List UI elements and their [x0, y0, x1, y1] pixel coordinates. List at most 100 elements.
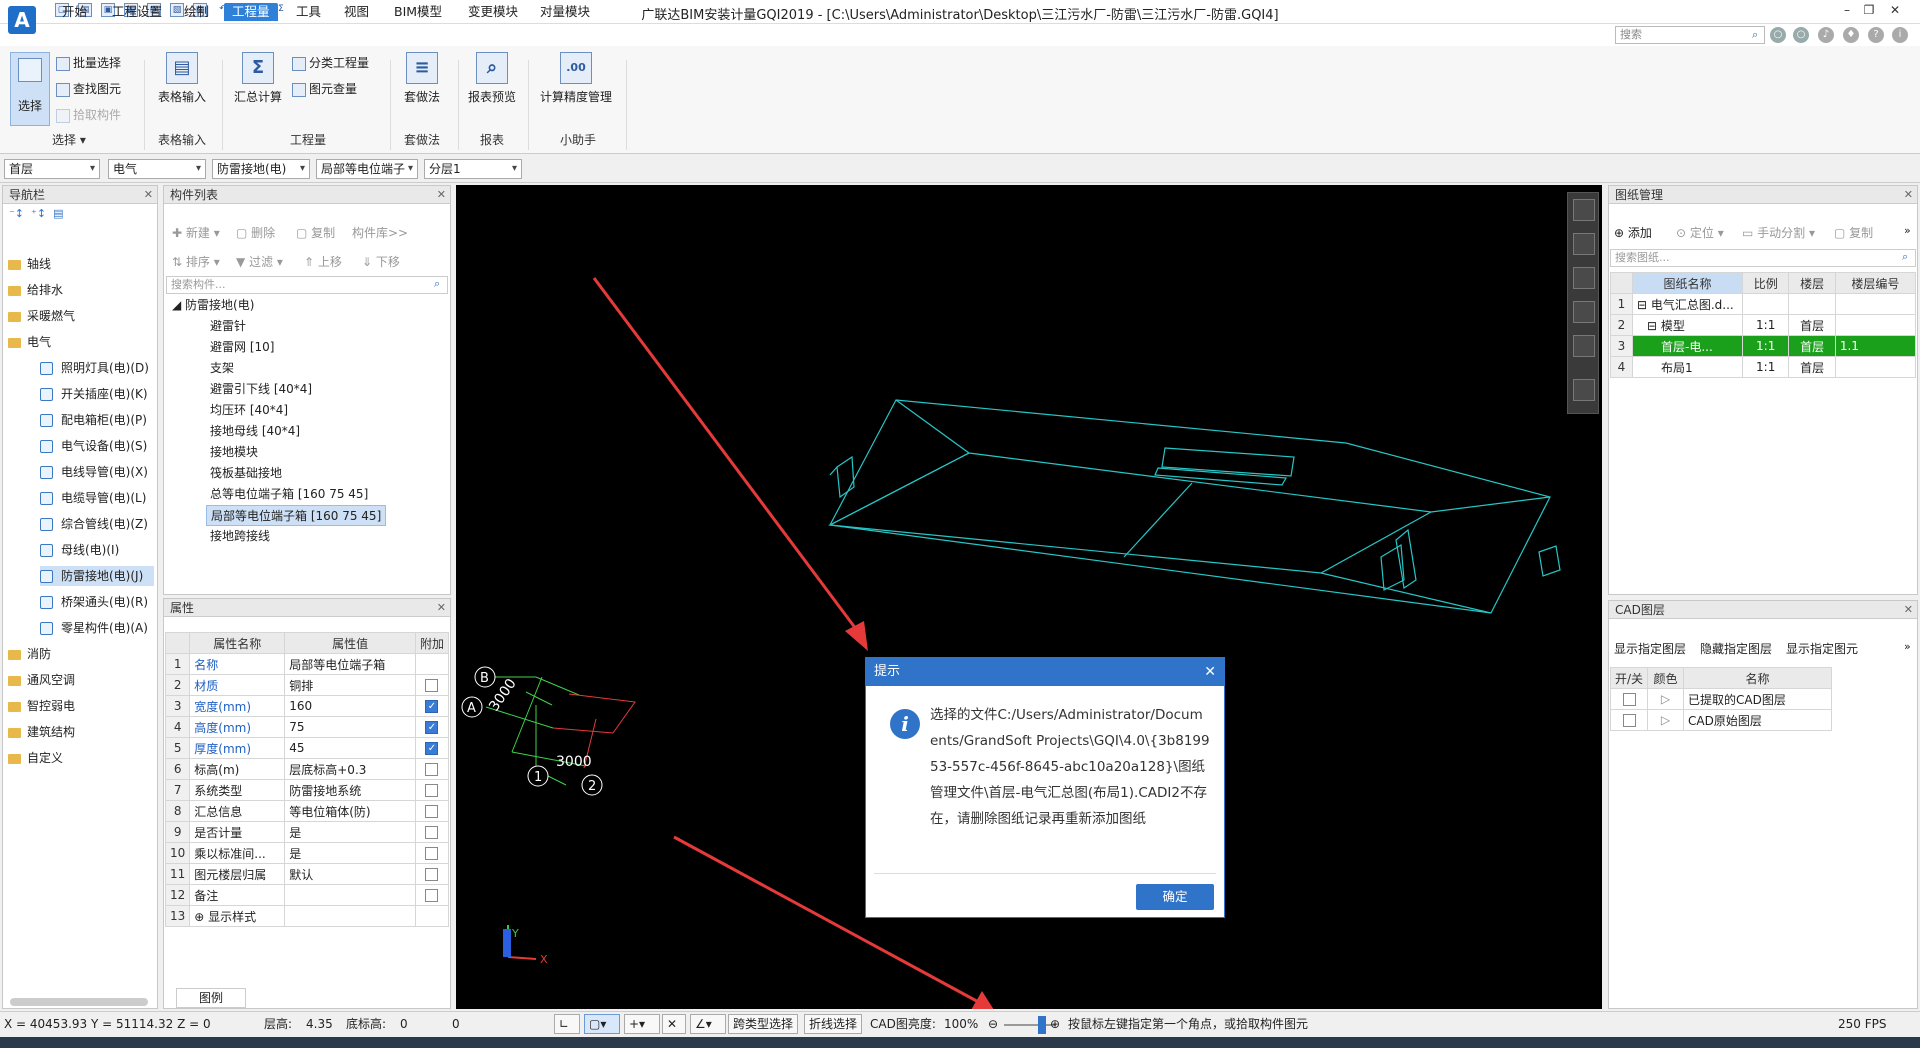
expand-icon[interactable]: ▷ — [1647, 688, 1685, 710]
search-icon[interactable]: ⌕ — [434, 277, 440, 291]
close-icon[interactable]: ✕ — [1904, 601, 1913, 619]
attach-checkbox[interactable] — [425, 889, 439, 902]
nav-item-5[interactable]: 开关插座(电)(K) — [40, 384, 154, 404]
close-icon[interactable]: ✕ — [144, 186, 153, 204]
property-value[interactable]: 75 — [284, 716, 416, 738]
summary-calc-button[interactable]: Σ 汇总计算 — [228, 52, 288, 105]
nav-item-15[interactable]: 消防 — [8, 644, 51, 664]
restore-icon[interactable]: ❐ — [1858, 3, 1880, 19]
drawing-row[interactable]: 1 ⊟ 电气汇总图.d... — [1610, 293, 1917, 315]
close-icon[interactable]: ✕ — [1204, 658, 1216, 686]
component-item-4[interactable]: 均压环 [40*4] — [206, 400, 292, 421]
nav-item-9[interactable]: 电缆导管(电)(L) — [40, 488, 154, 508]
menu-6[interactable]: BIM模型 — [386, 3, 450, 21]
component-item-9[interactable]: 局部等电位端子箱 [160 75 45] — [206, 505, 387, 526]
copy-button[interactable]: ▢ 复制 — [296, 224, 335, 241]
drawing-col-0[interactable]: 图纸名称 — [1632, 272, 1743, 294]
search-input[interactable]: 搜索 — [1615, 26, 1765, 44]
filter-button[interactable]: ▼ 过滤 ▾ — [236, 253, 283, 270]
insert-point-icon[interactable]: +▾ — [624, 1014, 660, 1034]
nav-item-18[interactable]: 建筑结构 — [8, 722, 75, 742]
copy-drawing-button[interactable]: ▢ 复制 — [1834, 224, 1873, 241]
category-qty-button[interactable]: 分类工程量 — [292, 54, 369, 72]
batch-select-button[interactable]: 批量选择 — [56, 54, 121, 72]
menu-2[interactable]: 绘制 — [176, 3, 217, 21]
property-value[interactable]: 160 — [284, 695, 416, 717]
nav-item-8[interactable]: 电线导管(电)(X) — [40, 462, 154, 482]
drawing-row[interactable]: 4 布局1 1:1 首层 — [1610, 356, 1917, 378]
property-value[interactable]: 45 — [284, 737, 416, 759]
ortho-icon[interactable]: ∟ — [554, 1014, 580, 1034]
snap-icon[interactable]: ▢▾ — [584, 1014, 620, 1034]
layer-toggle-checkbox[interactable] — [1622, 714, 1636, 727]
component-item-0[interactable]: 避雷针 — [206, 316, 250, 337]
property-row[interactable]: 10 乘以标准间... 是 — [164, 842, 450, 864]
discipline-combo[interactable]: 电气 — [108, 159, 206, 179]
brightness-slider-handle[interactable] — [1038, 1016, 1046, 1034]
attach-checkbox[interactable] — [425, 847, 439, 860]
component-search-input[interactable]: 搜索构件... — [166, 276, 448, 294]
cross-icon[interactable]: ✕ — [662, 1014, 686, 1034]
property-value[interactable]: 是 — [284, 821, 416, 843]
search-icon[interactable]: ⌕ — [1902, 250, 1908, 264]
element-qty-button[interactable]: 图元查量 — [292, 80, 357, 98]
move-up-button[interactable]: ⇑ 上移 — [304, 253, 342, 270]
more-icon[interactable]: » — [1904, 224, 1911, 237]
cad-layer-row[interactable]: ▷ 已提取的CAD图层 — [1609, 688, 1832, 710]
close-icon[interactable]: ✕ — [437, 599, 446, 617]
nav-item-12[interactable]: 防雷接地(电)(J) — [40, 566, 154, 586]
property-row[interactable]: 3 宽度(mm) 160 — [164, 695, 450, 717]
drawing-col-3[interactable]: 楼层编号 — [1834, 272, 1917, 294]
report-preview-button[interactable]: ⌕ 报表预览 — [464, 52, 520, 105]
view-3d-icon[interactable] — [1573, 199, 1595, 221]
attach-checkbox[interactable] — [425, 784, 439, 797]
component-item-5[interactable]: 接地母线 [40*4] — [206, 421, 304, 442]
expand-all-icon[interactable]: ⁺↕ — [31, 207, 46, 220]
menu-3[interactable]: 工程量 — [224, 3, 278, 21]
add-drawing-button[interactable]: ⊕ 添加 — [1614, 224, 1652, 241]
nav-item-7[interactable]: 电气设备(电)(S) — [40, 436, 154, 456]
nav-item-14[interactable]: 零星构件(电)(A) — [40, 618, 154, 638]
property-value[interactable]: 铜排 — [284, 674, 416, 696]
view-grid-icon[interactable] — [1573, 379, 1595, 401]
manual-split-button[interactable]: ▭ 手动分割 ▾ — [1742, 224, 1815, 241]
hide-layer-button[interactable]: 隐藏指定图层 — [1700, 640, 1772, 657]
property-value[interactable]: 默认 — [284, 863, 416, 885]
nav-item-3[interactable]: 电气 — [8, 332, 51, 352]
cad-layer-row[interactable]: ▷ CAD原始图层 — [1609, 709, 1832, 731]
apply-method-button[interactable]: ≡ 套做法 — [396, 52, 448, 105]
attach-checkbox[interactable] — [425, 742, 439, 755]
sublayer-combo[interactable]: 分层1 — [424, 159, 522, 179]
cross-type-select-button[interactable]: 跨类型选择 — [728, 1014, 799, 1034]
drawing-row[interactable]: 3 首层-电... 1:1 首层 1.1 — [1610, 335, 1917, 357]
property-row[interactable]: 8 汇总信息 等电位箱体(防) — [164, 800, 450, 822]
nav-item-2[interactable]: 采暖燃气 — [8, 306, 75, 326]
property-value[interactable] — [284, 905, 416, 927]
component-item-1[interactable]: 避雷网 [10] — [206, 337, 278, 358]
nav-item-11[interactable]: 母线(电)(I) — [40, 540, 154, 560]
move-down-button[interactable]: ⇓ 下移 — [362, 253, 400, 270]
attach-checkbox[interactable] — [425, 805, 439, 818]
more-icon[interactable]: » — [1904, 640, 1911, 653]
info-icon[interactable]: i — [1892, 27, 1908, 43]
property-row[interactable]: 12 备注 — [164, 884, 450, 906]
bell-icon[interactable]: ♪ — [1818, 27, 1834, 43]
view-box-icon[interactable] — [1573, 267, 1595, 289]
menu-5[interactable]: 视图 — [336, 3, 377, 21]
nav-item-19[interactable]: 自定义 — [8, 748, 63, 768]
drawing-col-1[interactable]: 比例 — [1741, 272, 1790, 294]
find-element-button[interactable]: 查找图元 — [56, 80, 121, 98]
floor-combo[interactable]: 首层 — [4, 159, 100, 179]
close-icon[interactable]: ✕ — [437, 186, 446, 204]
pick-component-button[interactable]: 拾取构件 — [56, 106, 121, 124]
ok-button[interactable]: 确定 — [1136, 884, 1214, 910]
help-icon[interactable]: ? — [1868, 27, 1884, 43]
menu-1[interactable]: 工程设置 — [104, 3, 170, 21]
layer-toggle-checkbox[interactable] — [1622, 693, 1636, 706]
menu-0[interactable]: 开始 — [54, 3, 95, 21]
nav-item-10[interactable]: 综合管线(电)(Z) — [40, 514, 154, 534]
user-settings-icon[interactable]: ○ — [1793, 27, 1809, 43]
nav-item-17[interactable]: 智控弱电 — [8, 696, 75, 716]
property-row[interactable]: 11 图元楼层归属 默认 — [164, 863, 450, 885]
drawing-col-2[interactable]: 楼层 — [1788, 272, 1836, 294]
